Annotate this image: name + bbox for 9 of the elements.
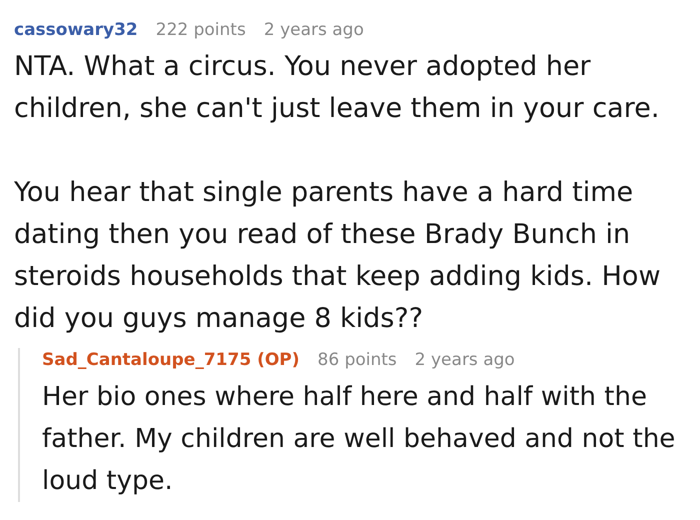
comment-text: Her bio ones where half here and half with the father. My children are well behaved and not the loud type. bbox=[42, 381, 676, 498]
comment-text: You hear that single parents have a hard time dating then you read of these Brady Bunch in steroids households that keep adding kids. How did you guys manage 8 kids?? bbox=[14, 176, 662, 336]
comment-text: NTA. What a circus. You never adopted her children, she can't just leave them in your care. bbox=[14, 50, 660, 126]
comment-time: 2 years ago bbox=[264, 19, 364, 42]
comment-author[interactable]: Sad_Cantaloupe_7175 (OP) bbox=[42, 348, 300, 372]
comment-points: 222 points bbox=[156, 19, 246, 42]
comment-time: 2 years ago bbox=[414, 349, 515, 372]
comment-author[interactable]: cassowary32 bbox=[14, 18, 138, 42]
comment-points: 86 points bbox=[318, 349, 397, 372]
